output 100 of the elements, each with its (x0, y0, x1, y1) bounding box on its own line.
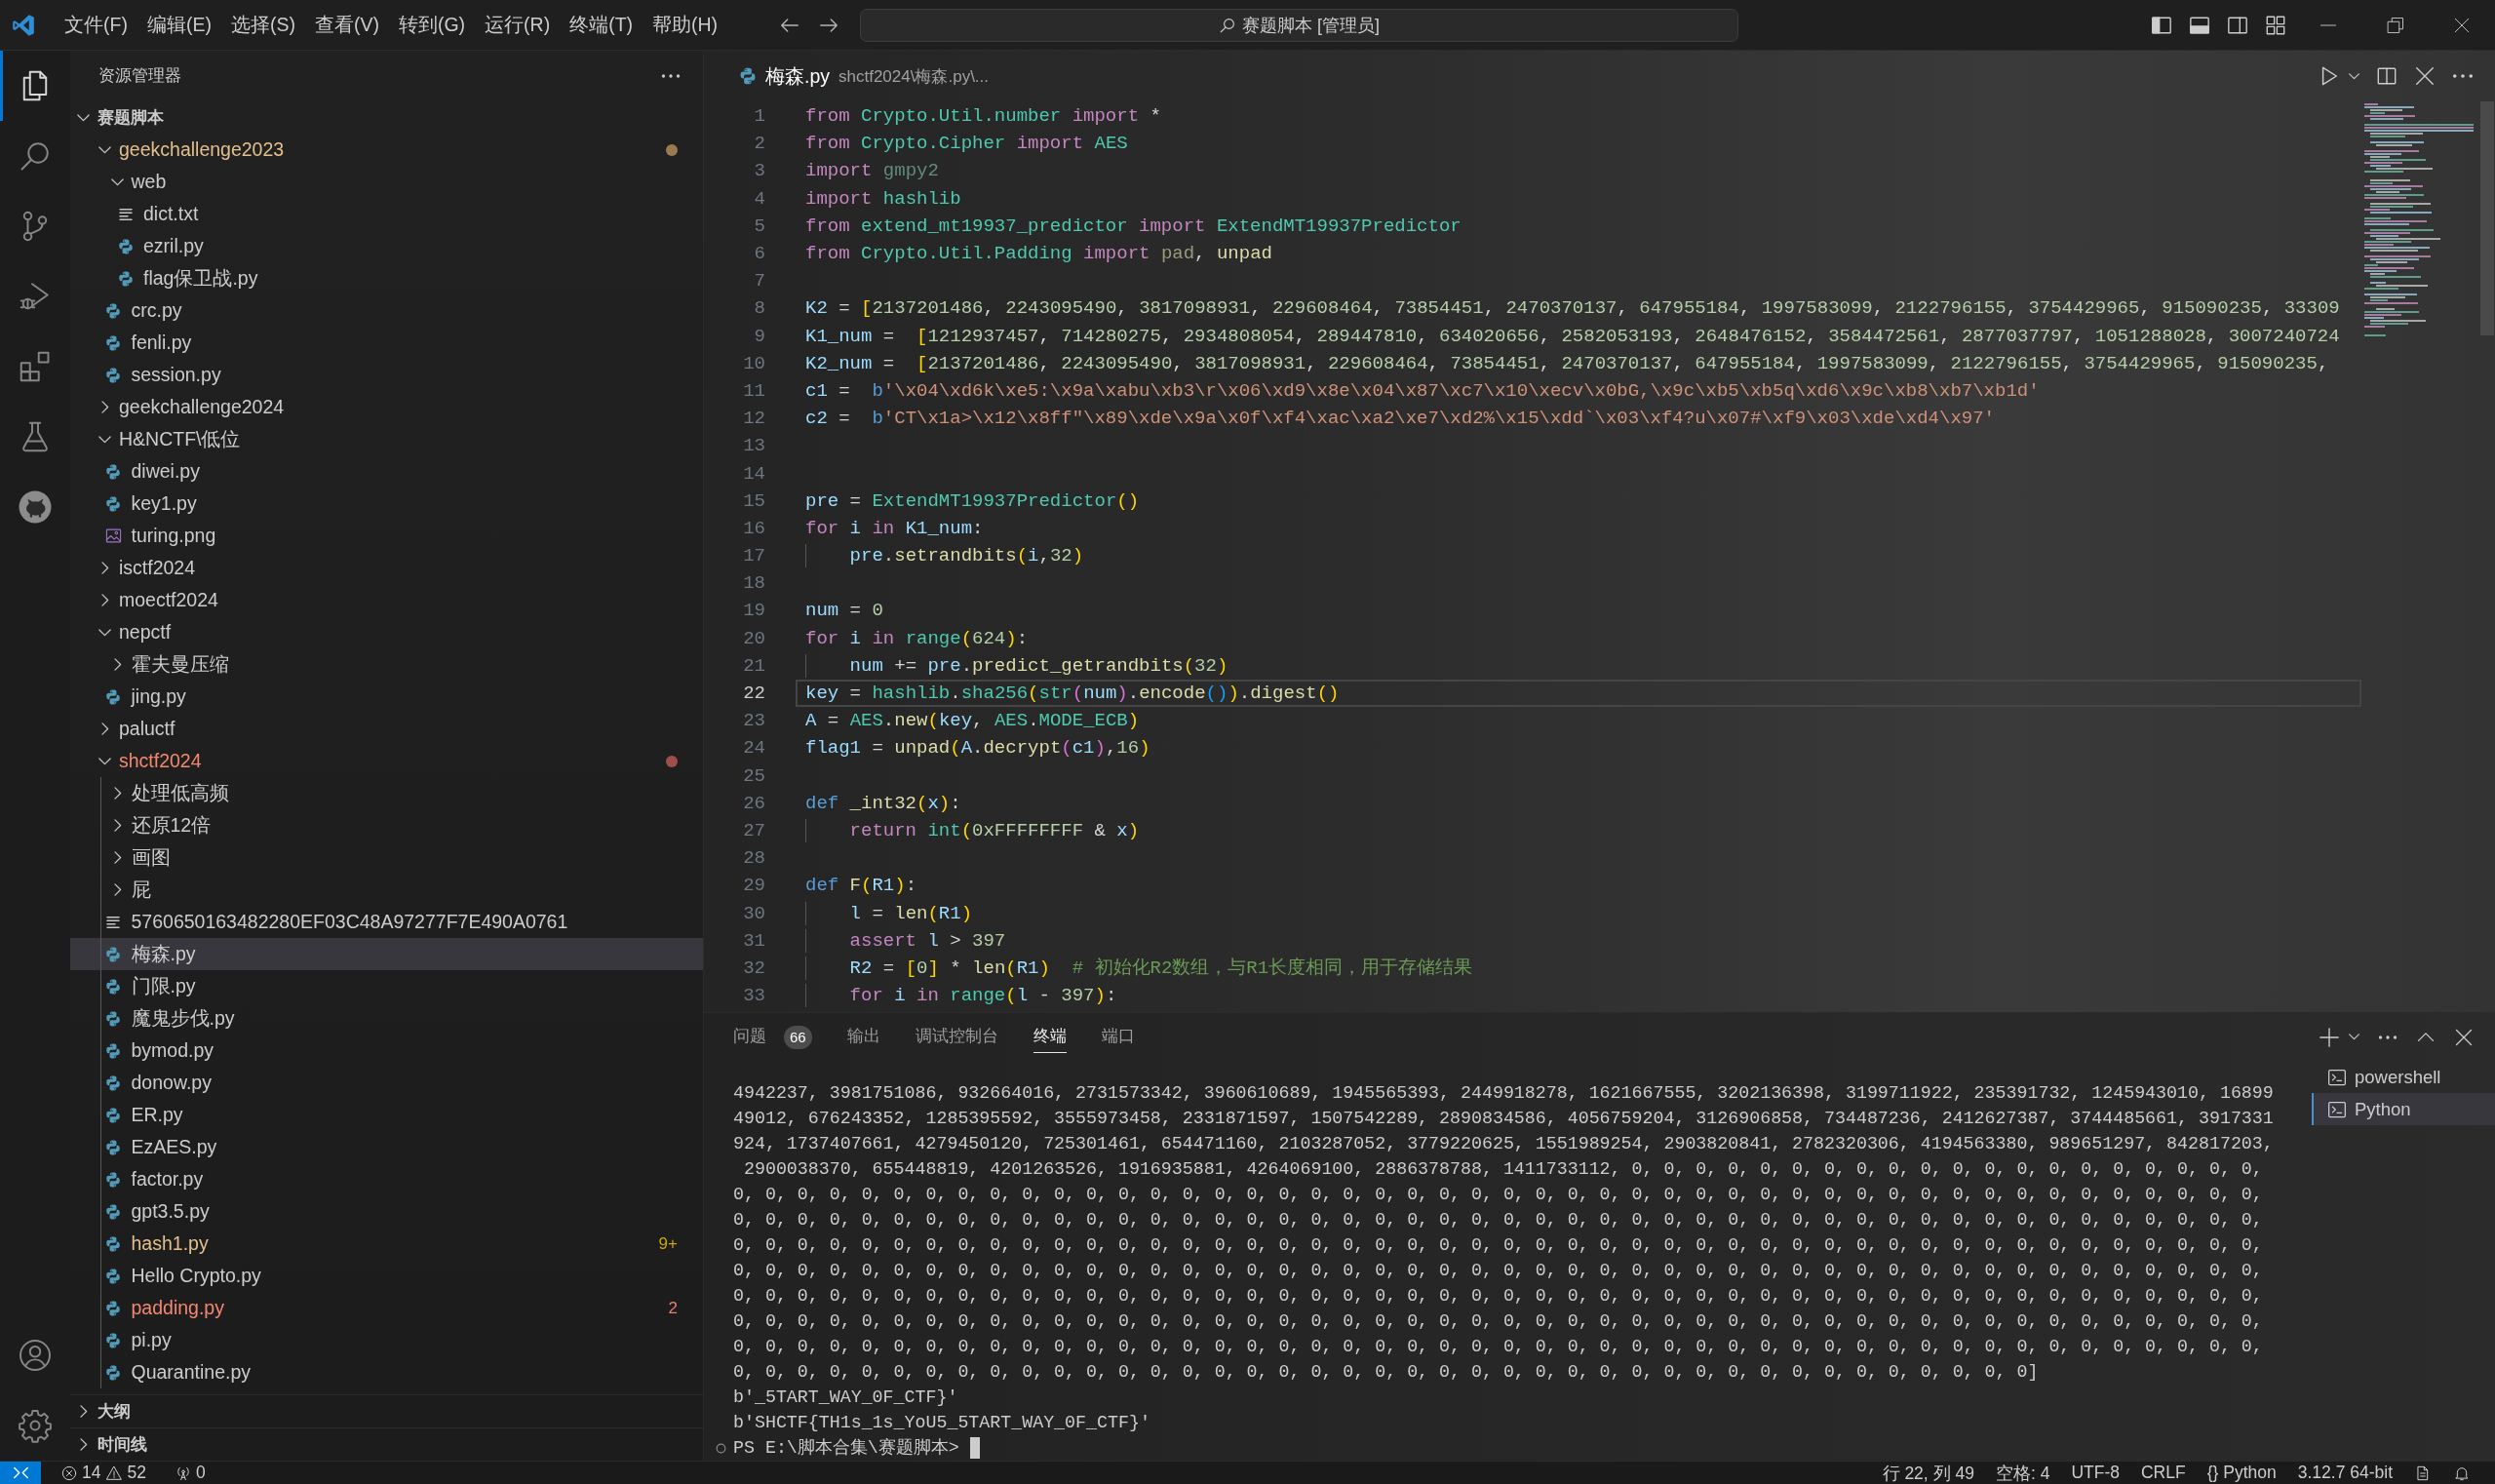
code-line: from extend_mt19937_predictor import ExtendMT19937Predictor (805, 214, 1462, 238)
code-line: K2 = [2137201486, 2243095490, 3817098931, 229608464, 73854451, 2470370137, 647955184, 1997583099, 2122796155, 3754429965, 915090235, 33309 (805, 296, 2340, 321)
tree-item[interactable]: 魔鬼步伐.py (70, 1002, 703, 1035)
tree-item[interactable]: web (70, 166, 703, 198)
settings-icon[interactable] (18, 1408, 53, 1443)
pig-icon[interactable] (18, 489, 53, 525)
remote-button[interactable] (0, 1462, 41, 1484)
tree-item[interactable]: EzAES.py (70, 1131, 703, 1163)
tree-item[interactable]: isctf2024 (70, 552, 703, 584)
menu-item[interactable]: 终端(T) (560, 7, 643, 43)
tree-item[interactable]: 屁 (70, 874, 703, 906)
tree-item[interactable]: ER.py (70, 1099, 703, 1131)
ports-button[interactable]: 0 (164, 1463, 216, 1483)
panel-tab[interactable]: 调试控制台 (915, 1021, 998, 1053)
tree-item[interactable]: 门限.py (70, 970, 703, 1002)
split-editor-icon[interactable] (2376, 65, 2398, 87)
layout-grid-icon[interactable] (2265, 14, 2287, 36)
account-icon[interactable] (18, 1338, 53, 1373)
tree-item[interactable]: session.py (70, 359, 703, 391)
tree-item[interactable]: Hello Crypto.py (70, 1260, 703, 1292)
tree-item[interactable]: geekchallenge2023 (70, 134, 703, 166)
python-file-icon (104, 1041, 122, 1060)
close-icon[interactable] (2414, 65, 2436, 87)
panel-tab[interactable]: 端口 (1101, 1021, 1135, 1053)
code-line: key = hashlib.sha256(str(num).encode()).digest() (805, 682, 1340, 706)
section-header[interactable]: 大纲 (70, 1394, 703, 1427)
tree-item[interactable]: diwei.py (70, 455, 703, 488)
tree-item[interactable]: hash1.py 9+ (70, 1228, 703, 1260)
document-icon[interactable] (2415, 1464, 2431, 1481)
workspace-folder-header[interactable]: 赛题脚本 (70, 101, 703, 134)
line-number: 1 (754, 104, 765, 129)
line-number: 29 (743, 874, 765, 898)
tree-item[interactable]: shctf2024 (70, 745, 703, 777)
tree-item[interactable]: 梅森.py (70, 938, 703, 970)
bell-icon[interactable] (2454, 1464, 2470, 1481)
tree-item[interactable]: 5760650163482280EF03C48A97277F7E490A0761 (70, 906, 703, 938)
search-field[interactable]: 赛题脚本 [管理员] (860, 8, 1739, 42)
close-icon[interactable] (2452, 16, 2471, 34)
tree-item[interactable]: geekchallenge2024 (70, 391, 703, 423)
tree-item[interactable]: donow.py (70, 1067, 703, 1099)
python-file-icon (104, 1299, 122, 1317)
status-item[interactable]: 3.12.7 64-bit (2286, 1463, 2403, 1483)
menu-item[interactable]: 选择(S) (220, 7, 305, 43)
tree-item[interactable]: padding.py 2 (70, 1292, 703, 1324)
python-file-icon (104, 494, 122, 513)
python-file-icon (104, 1234, 122, 1253)
tree-item[interactable]: ezril.py (70, 230, 703, 262)
problems-button[interactable]: 14 52 (51, 1463, 157, 1483)
tree-item[interactable]: factor.py (70, 1163, 703, 1195)
panel-tab[interactable]: 输出 (846, 1021, 880, 1053)
line-number: 4 (754, 186, 765, 211)
tree-item[interactable]: H&NCTF\低位 (70, 423, 703, 455)
terminal-list-item[interactable]: Python (2312, 1093, 2495, 1125)
tree-item[interactable]: dict.txt (70, 198, 703, 230)
status-item[interactable]: 行 22, 列 49 (1871, 1461, 1985, 1484)
tree-item[interactable]: gpt3.5.py (70, 1195, 703, 1228)
tree-item[interactable]: bymod.py (70, 1035, 703, 1067)
tree-item[interactable]: nepctf (70, 616, 703, 648)
remote-icon (12, 1464, 29, 1481)
menu-item[interactable]: 文件(F) (55, 7, 137, 43)
terminal-line: 0, 0, 0, 0, 0, 0, 0, 0, 0, 0, 0, 0, 0, 0, 0, 0, 0, 0, 0, 0, 0, 0, 0, 0, 0, 0, 0, 0, 0, 0, 0, 0, 0, 0, 0, 0, 0, 0, 0, 0, 0] (733, 1362, 2039, 1382)
menu-item[interactable]: 转到(G) (388, 7, 476, 43)
line-number: 19 (743, 599, 765, 623)
panel-tab[interactable]: 问题 (733, 1021, 766, 1053)
status-item[interactable]: 空格: 4 (1984, 1461, 2061, 1484)
tree-item[interactable]: 霍夫曼压缩 (70, 648, 703, 681)
menu-item[interactable]: 编辑(E) (136, 7, 221, 43)
plus-icon[interactable] (2319, 1026, 2340, 1048)
restore-icon[interactable] (2386, 16, 2404, 34)
terminal-cursor (969, 1437, 980, 1459)
terminal-list-item[interactable]: powershell (2312, 1061, 2495, 1093)
python-file-icon (104, 1331, 122, 1349)
tree-item[interactable]: paluctf (70, 713, 703, 745)
status-item[interactable]: CRLF (2129, 1463, 2197, 1483)
editor-tab[interactable]: 梅森.py (738, 62, 830, 90)
error-icon (61, 1464, 77, 1481)
tree-item[interactable]: 处理低高频 (70, 777, 703, 809)
menu-item[interactable]: 运行(R) (475, 7, 561, 43)
panel-tab[interactable]: 终端 (1033, 1021, 1067, 1053)
tree-item[interactable]: moectf2024 (70, 584, 703, 616)
menu-item[interactable]: 帮助(H) (643, 7, 728, 43)
close-icon[interactable] (2454, 1027, 2474, 1047)
tree-item[interactable]: 还原12倍 (70, 809, 703, 841)
python-file-icon (104, 1106, 122, 1124)
tree-item[interactable]: fenli.py (70, 327, 703, 359)
status-item[interactable]: {} Python (2196, 1463, 2287, 1483)
tree-item[interactable]: key1.py (70, 488, 703, 520)
code-line: K2_num = [2137201486, 2243095490, 3817098931, 229608464, 73854451, 2470370137, 647955184, 1997583099, 2122796155, 3754429965, 915090235, (805, 351, 2329, 375)
python-file-icon (104, 945, 122, 963)
terminal-line: 4942237, 3981751086, 932664016, 2731573342, 3960610689, 1945565393, 2449918278, 1621667555, 3202136398, 3199711922, 235391732, 1245943010, 16899 (733, 1083, 2274, 1103)
tree-item[interactable]: pi.py (70, 1324, 703, 1356)
tree-item[interactable]: turing.png (70, 520, 703, 552)
tree-item[interactable]: Quarantine.py (70, 1356, 703, 1388)
problem-count: 9+ (658, 1233, 678, 1254)
status-item[interactable]: UTF-8 (2060, 1463, 2130, 1483)
menu-item[interactable]: 查看(V) (304, 7, 389, 43)
tree-item[interactable]: crc.py (70, 294, 703, 327)
tree-item[interactable]: 画图 (70, 841, 703, 874)
tree-item[interactable]: jing.py (70, 681, 703, 713)
tree-item[interactable]: flag保卫战.py (70, 262, 703, 294)
